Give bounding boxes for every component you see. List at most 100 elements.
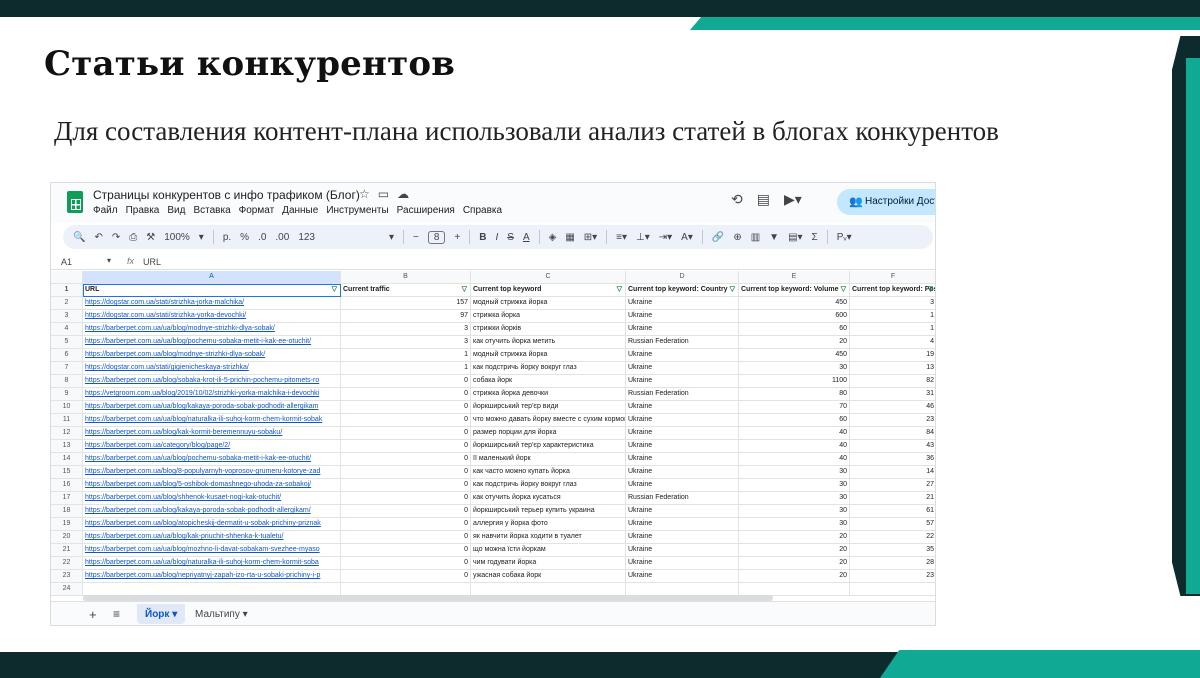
history-icon[interactable]: ⟲	[731, 191, 743, 208]
comments-icon[interactable]: ▤	[757, 191, 770, 208]
text-color-icon[interactable]: A	[523, 232, 530, 243]
row-number[interactable]: 22	[51, 557, 83, 570]
menu-item[interactable]: Правка	[126, 205, 160, 216]
column-header[interactable]: C	[471, 271, 626, 284]
table-cell[interactable]: 157	[341, 297, 471, 310]
table-cell[interactable]: 20	[739, 570, 850, 583]
table-cell[interactable]: 80	[739, 388, 850, 401]
fill-color-icon[interactable]: ◈	[549, 232, 557, 243]
table-cell[interactable]: 0	[341, 544, 471, 557]
table-cell[interactable]: 20	[739, 544, 850, 557]
table-cell[interactable]: Ukraine	[626, 401, 739, 414]
table-cell[interactable]: Ukraine	[626, 362, 739, 375]
table-cell[interactable]: чим годувати йорка	[471, 557, 626, 570]
table-cell[interactable]: йоркширський тер'єр види	[471, 401, 626, 414]
paint-format-icon[interactable]: ⚒	[146, 232, 155, 243]
header-cell[interactable]: Current top keyword	[471, 284, 626, 297]
table-cell[interactable]: https://dogstar.com.ua/stati/strizhka-yo…	[83, 310, 341, 323]
italic-icon[interactable]: I	[495, 232, 498, 243]
table-cell[interactable]: 0	[341, 440, 471, 453]
merge-cells-icon[interactable]: ⊞▾	[584, 232, 597, 243]
table-cell[interactable]: 19	[850, 349, 935, 362]
functions-icon[interactable]: Σ	[812, 232, 818, 243]
menu-item[interactable]: Вид	[167, 205, 185, 216]
table-cell[interactable]: https://barberpet.com.ua/ua/blog/kakaya-…	[83, 401, 341, 414]
table-cell[interactable]: https://barberpet.com.ua/blog/modnye-str…	[83, 349, 341, 362]
table-cell[interactable]: 30	[739, 479, 850, 492]
table-cell[interactable]: 40	[739, 453, 850, 466]
table-cell[interactable]: йоркширський тер'єр характеристика	[471, 440, 626, 453]
table-cell[interactable]: як навчити йорка ходити в туалет	[471, 531, 626, 544]
table-cell[interactable]: 14	[850, 466, 935, 479]
table-cell[interactable]: 13	[850, 362, 935, 375]
table-cell[interactable]: https://barberpet.com.ua/ua/blog/mozhno-…	[83, 544, 341, 557]
table-cell[interactable]: https://barberpet.com.ua/blog/8-populyar…	[83, 466, 341, 479]
row-number[interactable]: 20	[51, 531, 83, 544]
table-cell[interactable]: 40	[739, 427, 850, 440]
font-size-decrease-button[interactable]: −	[413, 232, 419, 243]
row-number[interactable]: 7	[51, 362, 83, 375]
table-cell[interactable]: 20	[739, 336, 850, 349]
table-cell[interactable]: 0	[341, 479, 471, 492]
header-cell[interactable]: Current top keyword: Country	[626, 284, 739, 297]
comment-icon[interactable]: ⊕	[733, 232, 741, 243]
table-cell[interactable]: 0	[341, 505, 471, 518]
table-cell[interactable]: 30	[739, 505, 850, 518]
row-number[interactable]: 11	[51, 414, 83, 427]
column-header[interactable]: A	[83, 271, 341, 284]
row-number[interactable]: 16	[51, 479, 83, 492]
table-cell[interactable]: Russian Federation	[626, 492, 739, 505]
table-cell[interactable]: 20	[739, 557, 850, 570]
chevron-down-icon[interactable]: ▾	[107, 256, 111, 265]
table-cell[interactable]: 4	[850, 336, 935, 349]
table-cell[interactable]: Ukraine	[626, 349, 739, 362]
table-cell[interactable]: Ukraine	[626, 427, 739, 440]
row-number[interactable]: 2	[51, 297, 83, 310]
row-number[interactable]: 13	[51, 440, 83, 453]
row-number[interactable]: 21	[51, 544, 83, 557]
header-cell[interactable]: Current top keyword: Volume	[739, 284, 850, 297]
table-cell[interactable]: https://barberpet.com.ua/blog/shhenok-ku…	[83, 492, 341, 505]
header-cell[interactable]: Current traffic	[341, 284, 471, 297]
table-cell[interactable]: 23	[850, 414, 935, 427]
table-cell[interactable]: как отучить йорка метить	[471, 336, 626, 349]
table-cell[interactable]: 0	[341, 570, 471, 583]
row-number[interactable]: 18	[51, 505, 83, 518]
table-cell[interactable]: 46	[850, 401, 935, 414]
table-cell[interactable]: ужасная собака йорк	[471, 570, 626, 583]
table-cell[interactable]: Ukraine	[626, 310, 739, 323]
table-cell[interactable]: https://barberpet.com.ua/ua/blog/pochemu…	[83, 336, 341, 349]
row-number[interactable]: 8	[51, 375, 83, 388]
table-cell[interactable]: 43	[850, 440, 935, 453]
table-cell[interactable]: 1	[850, 310, 935, 323]
menu-item[interactable]: Инструменты	[326, 205, 388, 216]
table-cell[interactable]: что можно давать йорку вместе с сухим ко…	[471, 414, 626, 427]
table-cell[interactable]: https://barberpet.com.ua/blog/atopichesk…	[83, 518, 341, 531]
table-cell[interactable]: 60	[739, 323, 850, 336]
table-cell[interactable]: 84	[850, 427, 935, 440]
meet-icon[interactable]: ▶▾	[784, 191, 802, 208]
currency-format-button[interactable]: р.	[223, 232, 231, 243]
table-cell[interactable]: 0	[341, 518, 471, 531]
row-number[interactable]: 1	[51, 284, 83, 297]
table-cell[interactable]: 31	[850, 388, 935, 401]
document-title[interactable]: Страницы конкурентов с инфо трафиком (Бл…	[93, 188, 360, 202]
table-cell[interactable]: 0	[341, 557, 471, 570]
table-cell[interactable]: 30	[739, 492, 850, 505]
header-cell[interactable]: Current top keyword: Position	[850, 284, 935, 297]
table-cell[interactable]: https://barberpet.com.ua/ua/blog/kak-pri…	[83, 531, 341, 544]
table-cell[interactable]: модный стрижка йорка	[471, 349, 626, 362]
cell-reference[interactable]: A1	[61, 257, 72, 267]
bold-icon[interactable]: B	[479, 232, 486, 243]
table-cell[interactable]: 0	[341, 375, 471, 388]
table-cell[interactable]: https://barberpet.com.ua/blog/kakaya-por…	[83, 505, 341, 518]
table-cell[interactable]: Ukraine	[626, 544, 739, 557]
filter-views-icon[interactable]: ▤▾	[788, 232, 802, 243]
search-menus-icon[interactable]: 🔍	[73, 232, 85, 243]
select-all-corner[interactable]	[51, 271, 83, 284]
table-cell[interactable]: 450	[739, 349, 850, 362]
table-cell[interactable]: Ukraine	[626, 375, 739, 388]
input-tools-icon[interactable]: Pᵥ▾	[837, 232, 852, 243]
row-number[interactable]: 10	[51, 401, 83, 414]
font-size-increase-button[interactable]: +	[454, 232, 460, 243]
